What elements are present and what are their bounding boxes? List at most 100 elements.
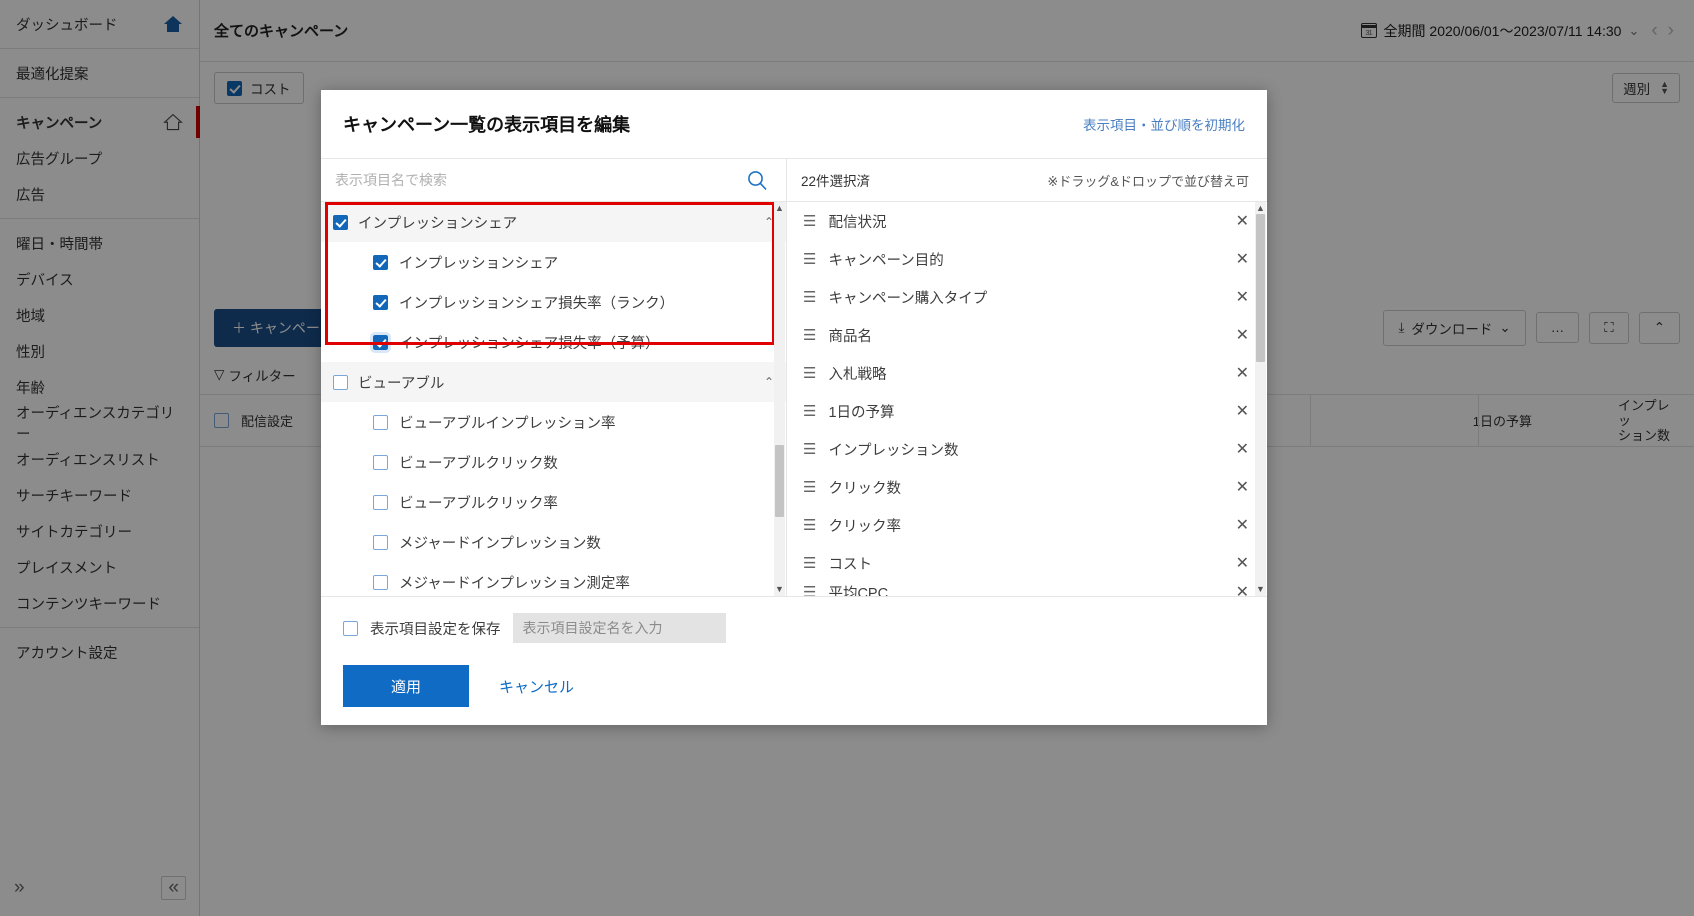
- option-checkbox[interactable]: [373, 574, 388, 590]
- search-icon[interactable]: [746, 169, 768, 191]
- remove-icon[interactable]: ✕: [1236, 249, 1249, 269]
- option-checkbox[interactable]: [333, 374, 348, 390]
- remove-icon[interactable]: ✕: [1236, 582, 1249, 596]
- option-label: インプレッションシェア: [399, 255, 559, 272]
- scroll-down-icon[interactable]: ▼: [775, 585, 784, 594]
- selected-item-label: 平均CPC: [828, 585, 889, 597]
- modal-footer: 表示項目設定を保存 適用 キャンセル: [321, 596, 1267, 725]
- save-settings-checkbox[interactable]: [343, 620, 358, 636]
- chevron-up-icon[interactable]: ⌃: [764, 375, 774, 389]
- remove-icon[interactable]: ✕: [1236, 553, 1249, 573]
- option-label: インプレッションシェア損失率（予算）: [399, 335, 660, 352]
- selected-item[interactable]: ☰ 商品名 ✕: [787, 316, 1267, 354]
- scroll-down-icon[interactable]: ▼: [1256, 585, 1265, 594]
- selected-item-label: 入札戦略: [828, 366, 887, 383]
- remove-icon[interactable]: ✕: [1236, 325, 1249, 345]
- save-settings-label: 表示項目設定を保存: [370, 621, 501, 638]
- chevron-up-icon[interactable]: ⌃: [764, 215, 774, 229]
- selected-item-label: クリック率: [828, 518, 901, 535]
- option-checkbox[interactable]: [370, 331, 391, 353]
- save-settings-row: 表示項目設定を保存: [343, 613, 1245, 643]
- selected-item[interactable]: ☰ クリック数 ✕: [787, 468, 1267, 506]
- remove-icon[interactable]: ✕: [1236, 439, 1249, 459]
- search-input[interactable]: [333, 171, 746, 189]
- option-checkbox[interactable]: [333, 214, 348, 230]
- selected-item[interactable]: ☰ クリック率 ✕: [787, 506, 1267, 544]
- scroll-up-icon[interactable]: ▲: [1256, 204, 1265, 213]
- option-label: メジャードインプレッション測定率: [399, 575, 630, 592]
- drag-handle-icon[interactable]: ☰: [803, 364, 816, 382]
- option-label: ビューアブルインプレッション率: [399, 415, 616, 432]
- option-measured-impression-rate[interactable]: メジャードインプレッション測定率: [321, 562, 786, 596]
- remove-icon[interactable]: ✕: [1236, 363, 1249, 383]
- option-label: メジャードインプレッション数: [399, 535, 601, 552]
- option-checkbox[interactable]: [373, 534, 388, 550]
- option-checkbox[interactable]: [373, 414, 388, 430]
- selected-item[interactable]: ☰ 平均CPC ✕: [787, 582, 1267, 596]
- selected-item-label: キャンペーン目的: [828, 252, 944, 269]
- option-viewable-clicks[interactable]: ビューアブルクリック数: [321, 442, 786, 482]
- option-group-impression-share[interactable]: インプレッションシェア ⌃: [321, 202, 786, 242]
- drag-handle-icon[interactable]: ☰: [803, 583, 816, 596]
- option-impression-share-lost-budget[interactable]: インプレッションシェア損失率（予算）: [321, 322, 786, 362]
- drag-handle-icon[interactable]: ☰: [803, 440, 816, 458]
- available-columns-list[interactable]: インプレッションシェア ⌃ インプレッションシェア インプレッションシェア損失率…: [321, 202, 787, 596]
- modal-actions: 適用 キャンセル: [343, 665, 1245, 707]
- selected-item[interactable]: ☰ キャンペーン購入タイプ ✕: [787, 278, 1267, 316]
- drag-handle-icon[interactable]: ☰: [803, 212, 816, 230]
- selected-item[interactable]: ☰ 配信状況 ✕: [787, 202, 1267, 240]
- drag-handle-icon[interactable]: ☰: [803, 288, 816, 306]
- selected-item[interactable]: ☰ 1日の予算 ✕: [787, 392, 1267, 430]
- option-viewable-impression-rate[interactable]: ビューアブルインプレッション率: [321, 402, 786, 442]
- drag-handle-icon[interactable]: ☰: [803, 516, 816, 534]
- option-checkbox[interactable]: [373, 294, 388, 310]
- screen-root: ダッシュボード 最適化提案 キャンペーン 広告グループ 広告 曜日・時間帯 デバ…: [0, 0, 1694, 916]
- option-group-viewable[interactable]: ビューアブル ⌃: [321, 362, 786, 402]
- option-label: ビューアブルクリック率: [399, 495, 558, 512]
- remove-icon[interactable]: ✕: [1236, 401, 1249, 421]
- option-checkbox[interactable]: [373, 494, 388, 510]
- drag-handle-icon[interactable]: ☰: [803, 250, 816, 268]
- modal-subheader: 22件選択済 ※ドラッグ&ドロップで並び替え可: [321, 158, 1267, 202]
- drag-handle-icon[interactable]: ☰: [803, 402, 816, 420]
- remove-icon[interactable]: ✕: [1236, 515, 1249, 535]
- selected-item-label: キャンペーン購入タイプ: [828, 290, 988, 307]
- selected-item-label: 配信状況: [828, 214, 887, 231]
- selected-item[interactable]: ☰ 入札戦略 ✕: [787, 354, 1267, 392]
- reset-columns-link[interactable]: 表示項目・並び順を初期化: [1083, 114, 1245, 134]
- selected-columns-list[interactable]: ☰ 配信状況 ✕ ☰ キャンペーン目的 ✕ ☰ キャンペーン購入タイプ ✕ ☰ …: [787, 202, 1267, 596]
- scrollbar-thumb[interactable]: [775, 445, 784, 517]
- selected-item[interactable]: ☰ キャンペーン目的 ✕: [787, 240, 1267, 278]
- search-box[interactable]: [321, 159, 787, 201]
- cancel-button[interactable]: キャンセル: [483, 668, 590, 705]
- option-viewable-ctr[interactable]: ビューアブルクリック率: [321, 482, 786, 522]
- scrollbar-thumb[interactable]: [1256, 214, 1265, 362]
- selected-item-label: インプレッション数: [828, 442, 959, 459]
- drag-handle-icon[interactable]: ☰: [803, 554, 816, 572]
- modal-body: インプレッションシェア ⌃ インプレッションシェア インプレッションシェア損失率…: [321, 202, 1267, 596]
- remove-icon[interactable]: ✕: [1236, 287, 1249, 307]
- selected-item-label: 1日の予算: [828, 404, 895, 421]
- option-label: インプレッションシェア損失率（ランク）: [399, 295, 675, 312]
- option-impression-share[interactable]: インプレッションシェア: [321, 242, 786, 282]
- option-measured-impressions[interactable]: メジャードインプレッション数: [321, 522, 786, 562]
- remove-icon[interactable]: ✕: [1236, 477, 1249, 497]
- modal-header: キャンペーン一覧の表示項目を編集 表示項目・並び順を初期化: [321, 90, 1267, 158]
- remove-icon[interactable]: ✕: [1236, 211, 1249, 231]
- selected-item[interactable]: ☰ インプレッション数 ✕: [787, 430, 1267, 468]
- scroll-up-icon[interactable]: ▲: [775, 204, 784, 213]
- edit-columns-modal: キャンペーン一覧の表示項目を編集 表示項目・並び順を初期化 22件選択済 ※ドラ…: [321, 90, 1267, 725]
- save-settings-name-input[interactable]: [512, 613, 726, 643]
- option-impression-share-lost-rank[interactable]: インプレッションシェア損失率（ランク）: [321, 282, 786, 322]
- selected-list-scrollbar[interactable]: ▲ ▼: [1255, 202, 1266, 596]
- apply-button[interactable]: 適用: [343, 665, 469, 707]
- option-checkbox[interactable]: [373, 254, 388, 270]
- selected-item[interactable]: ☰ コスト ✕: [787, 544, 1267, 582]
- option-label: ビューアブルクリック数: [399, 455, 558, 472]
- option-checkbox[interactable]: [373, 454, 388, 470]
- available-list-scrollbar[interactable]: ▲ ▼: [774, 202, 785, 596]
- selected-item-label: クリック数: [828, 480, 901, 497]
- drag-handle-icon[interactable]: ☰: [803, 326, 816, 344]
- modal-title: キャンペーン一覧の表示項目を編集: [343, 115, 631, 135]
- drag-handle-icon[interactable]: ☰: [803, 478, 816, 496]
